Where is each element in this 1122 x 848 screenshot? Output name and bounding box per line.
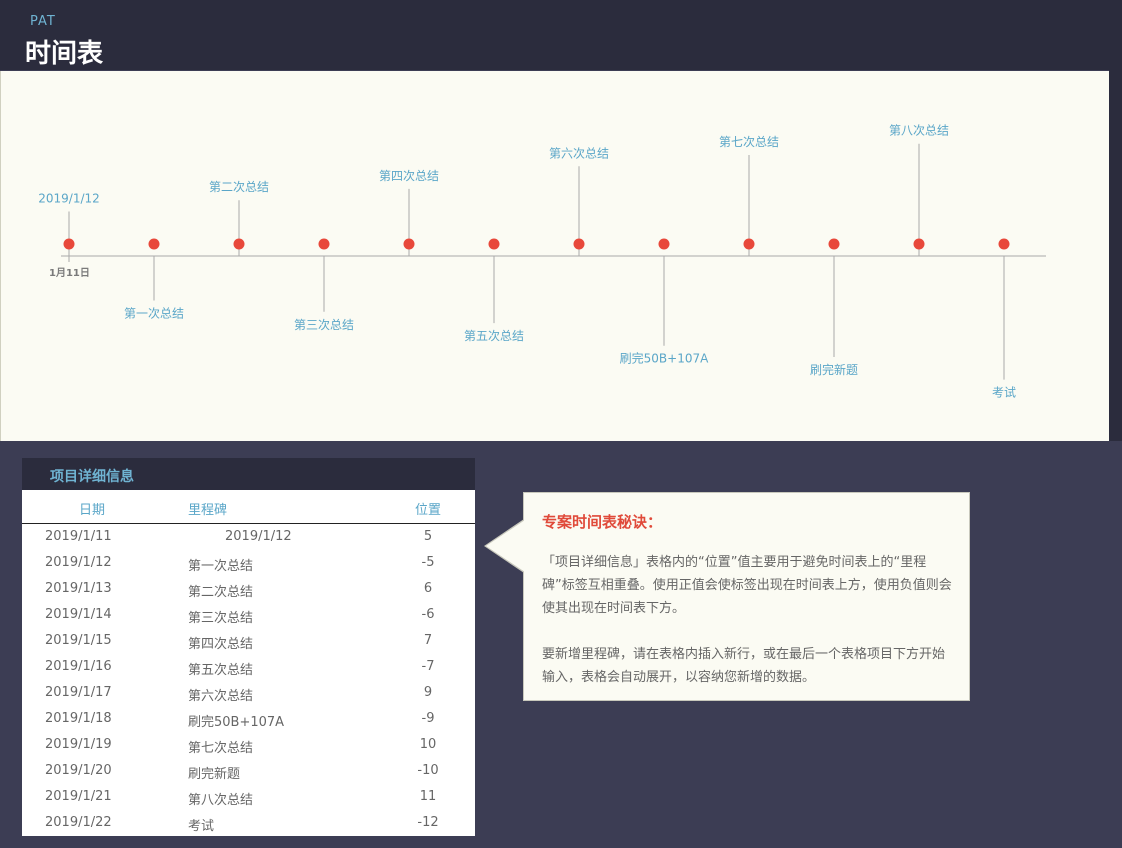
- tip-box: 专案时间表秘诀： 「项目详细信息」表格内的“位置”值主要用于避免时间表上的“里程…: [523, 492, 970, 701]
- table-column-headers: 日期 里程碑 位置: [22, 490, 475, 524]
- timeline-svg: 1月11日 2019/1/12 第一次总结 第二次总结第三次总结 第四次总结第五次总结 第…: [38, 124, 1046, 400]
- table-row[interactable]: 2019/1/19 第七次总结 10: [22, 732, 475, 758]
- cell-date[interactable]: 2019/1/14: [45, 607, 112, 622]
- cell-position[interactable]: 9: [402, 685, 454, 700]
- milestone-dot: [743, 238, 755, 250]
- milestone-dot: [573, 238, 585, 250]
- milestone-dot: [233, 238, 245, 250]
- tip-arrow: [486, 520, 525, 572]
- cell-milestone[interactable]: 2019/1/12: [225, 529, 292, 544]
- cell-milestone[interactable]: 第三次总结: [188, 607, 253, 626]
- table-row[interactable]: 2019/1/15 第四次总结 7: [22, 628, 475, 654]
- cell-position[interactable]: 7: [402, 633, 454, 648]
- milestone-label: 第六次总结: [549, 146, 609, 160]
- cell-milestone[interactable]: 第四次总结: [188, 633, 253, 652]
- milestone-label: 2019/1/12: [38, 192, 100, 206]
- cell-date[interactable]: 2019/1/11: [45, 529, 112, 544]
- cell-milestone[interactable]: 第二次总结: [188, 581, 253, 600]
- cell-date[interactable]: 2019/1/19: [45, 737, 112, 752]
- cell-date[interactable]: 2019/1/17: [45, 685, 112, 700]
- column-header-milestone[interactable]: 里程碑: [188, 499, 227, 518]
- table-row[interactable]: 2019/1/22 考试 -12: [22, 810, 475, 836]
- cell-milestone[interactable]: 刷完50B+107A: [188, 711, 284, 730]
- cell-milestone[interactable]: 第六次总结: [188, 685, 253, 704]
- milestone-label: 刷完新题: [810, 362, 858, 377]
- column-header-position[interactable]: 位置: [415, 499, 441, 518]
- timeline-chart: 1月11日 2019/1/12 第一次总结 第二次总结第三次总结 第四次总结第五次总结 第…: [0, 71, 1109, 441]
- page-title: 时间表: [25, 39, 104, 69]
- milestone-label: 第三次总结: [294, 318, 354, 332]
- cell-position[interactable]: -12: [402, 815, 454, 830]
- table-row[interactable]: 2019/1/11 2019/1/12 5: [22, 524, 475, 550]
- cell-position[interactable]: 5: [402, 529, 454, 544]
- milestone-label: 第七次总结: [719, 135, 779, 149]
- header-edge: [1109, 0, 1122, 441]
- project-details-table: 项目详细信息 日期 里程碑 位置 2019/1/11 2019/1/12 5 2019…: [22, 458, 475, 836]
- tip-paragraph-1: 「项目详细信息」表格内的“位置”值主要用于避免时间表上的“里程碑”标签互相重叠。…: [542, 555, 952, 616]
- table-row[interactable]: 2019/1/14 第三次总结 -6: [22, 602, 475, 628]
- cell-milestone[interactable]: 第八次总结: [188, 789, 253, 808]
- cell-milestone[interactable]: 考试: [188, 815, 214, 834]
- cell-date[interactable]: 2019/1/21: [45, 789, 112, 804]
- milestone-dot: [63, 238, 75, 250]
- milestone-dot: [828, 238, 840, 250]
- milestone-label: 刷完50B+107A: [620, 351, 709, 366]
- cell-date[interactable]: 2019/1/22: [45, 815, 112, 830]
- milestone-label: 第四次总结: [379, 169, 439, 183]
- table-row[interactable]: 2019/1/13 第二次总结 6: [22, 576, 475, 602]
- table-row[interactable]: 2019/1/16 第五次总结 -7: [22, 654, 475, 680]
- milestone-dot: [998, 238, 1010, 250]
- cell-position[interactable]: -5: [402, 555, 454, 570]
- cell-date[interactable]: 2019/1/18: [45, 711, 112, 726]
- cell-milestone[interactable]: 第一次总结: [188, 555, 253, 574]
- cell-position[interactable]: -7: [402, 659, 454, 674]
- cell-milestone[interactable]: 第五次总结: [188, 659, 253, 678]
- cell-position[interactable]: -6: [402, 607, 454, 622]
- table-header-bar: 项目详细信息: [22, 458, 475, 490]
- table-row[interactable]: 2019/1/12 第一次总结 -5: [22, 550, 475, 576]
- milestone-dot: [488, 238, 500, 250]
- cell-position[interactable]: -10: [402, 763, 454, 778]
- milestone-dot: [403, 238, 415, 250]
- cell-date[interactable]: 2019/1/16: [45, 659, 112, 674]
- table-row[interactable]: 2019/1/17 第六次总结 9: [22, 680, 475, 706]
- milestone-label: 考试: [992, 385, 1016, 400]
- cell-milestone[interactable]: 第七次总结: [188, 737, 253, 756]
- table-title: 项目详细信息: [50, 469, 134, 485]
- milestone-dot: [148, 238, 160, 250]
- tip-title: 专案时间表秘诀：: [542, 513, 663, 531]
- milestone-dot: [318, 238, 330, 250]
- cell-date[interactable]: 2019/1/20: [45, 763, 112, 778]
- cell-position[interactable]: 6: [402, 581, 454, 596]
- cell-date[interactable]: 2019/1/13: [45, 581, 112, 596]
- milestone-dot: [913, 238, 925, 250]
- table-row[interactable]: 2019/1/21 第八次总结 11: [22, 784, 475, 810]
- cell-position[interactable]: 10: [402, 737, 454, 752]
- table-body: 2019/1/11 2019/1/12 5 2019/1/12 第一次总结 -5 2019/…: [22, 524, 475, 836]
- column-header-date[interactable]: 日期: [79, 499, 105, 518]
- milestone-label: 第八次总结: [889, 124, 949, 138]
- header-bar: PAT 时间表: [0, 0, 1109, 70]
- milestone-label: 第一次总结: [124, 307, 184, 321]
- cell-milestone[interactable]: 刷完新题: [188, 763, 240, 782]
- cell-date[interactable]: 2019/1/12: [45, 555, 112, 570]
- axis-start-label: 1月11日: [49, 267, 90, 279]
- header-subtitle: PAT: [30, 14, 56, 29]
- cell-date[interactable]: 2019/1/15: [45, 633, 112, 648]
- milestone-label: 第五次总结: [464, 329, 524, 343]
- cell-position[interactable]: -9: [402, 711, 454, 726]
- table-row[interactable]: 2019/1/20 刷完新题 -10: [22, 758, 475, 784]
- tip-paragraph-2: 要新增里程碑，请在表格内插入新行，或在最后一个表格项目下方开始输入，表格会自动展…: [542, 647, 946, 685]
- milestone-dot: [658, 238, 670, 250]
- cell-position[interactable]: 11: [402, 789, 454, 804]
- table-row[interactable]: 2019/1/18 刷完50B+107A -9: [22, 706, 475, 732]
- milestone-label: 第二次总结: [209, 180, 269, 194]
